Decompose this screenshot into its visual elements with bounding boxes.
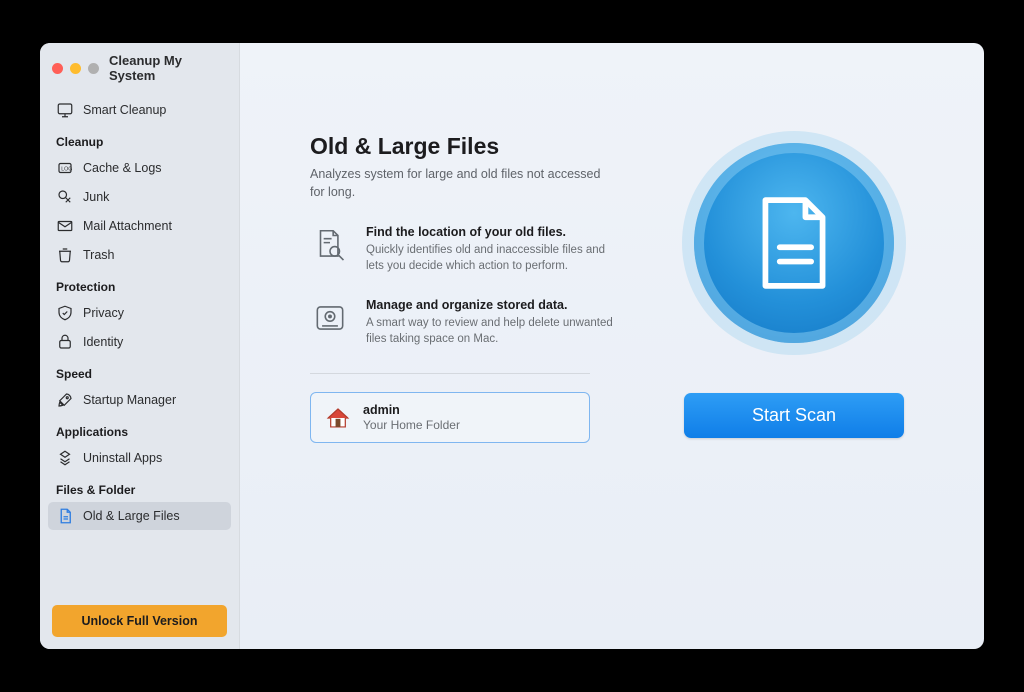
- monitor-icon: [56, 101, 74, 119]
- sidebar-item-label: Cache & Logs: [83, 161, 162, 175]
- log-icon: LOG: [56, 159, 74, 177]
- scan-illustration: [694, 143, 894, 343]
- sidebar-item-label: Junk: [83, 190, 109, 204]
- sidebar-item-label: Startup Manager: [83, 393, 176, 407]
- feature-locate: Find the location of your old files. Qui…: [310, 225, 670, 274]
- titlebar: Cleanup My System: [40, 43, 239, 93]
- sidebar-item-label: Mail Attachment: [83, 219, 172, 233]
- start-scan-button[interactable]: Start Scan: [684, 393, 904, 438]
- app-icon: [56, 449, 74, 467]
- content-column: Old & Large Files Analyzes system for la…: [310, 133, 670, 609]
- sidebar-item-uninstall-apps[interactable]: Uninstall Apps: [48, 444, 231, 472]
- sidebar-section-protection: Protection: [48, 270, 231, 298]
- sidebar-item-label: Smart Cleanup: [83, 103, 166, 117]
- sidebar-item-trash[interactable]: Trash: [48, 241, 231, 269]
- minimize-window-button[interactable]: [70, 63, 81, 74]
- page-subtitle: Analyzes system for large and old files …: [310, 166, 610, 201]
- svg-text:LOG: LOG: [61, 166, 72, 172]
- sidebar-item-junk[interactable]: Junk: [48, 183, 231, 211]
- app-title: Cleanup My System: [109, 53, 227, 83]
- sidebar-item-mail-attachment[interactable]: Mail Attachment: [48, 212, 231, 240]
- file-search-icon: [310, 225, 350, 265]
- feature-title: Find the location of your old files.: [366, 225, 670, 239]
- close-window-button[interactable]: [52, 63, 63, 74]
- sidebar-item-privacy[interactable]: Privacy: [48, 299, 231, 327]
- feature-title: Manage and organize stored data.: [366, 298, 670, 312]
- home-icon: [325, 405, 351, 431]
- feature-desc: A smart way to review and help delete un…: [366, 315, 616, 347]
- sidebar-item-identity[interactable]: Identity: [48, 328, 231, 356]
- mail-icon: [56, 217, 74, 235]
- home-folder-selector[interactable]: admin Your Home Folder: [310, 392, 590, 443]
- junk-icon: [56, 188, 74, 206]
- disk-icon: [310, 298, 350, 338]
- page-title: Old & Large Files: [310, 133, 670, 160]
- sidebar-item-label: Identity: [83, 335, 123, 349]
- home-folder-label: Your Home Folder: [363, 418, 460, 432]
- sidebar-scroll: Smart Cleanup Cleanup LOG Cache & Logs J…: [40, 93, 239, 599]
- divider: [310, 373, 590, 374]
- sidebar-item-old-large-files[interactable]: Old & Large Files: [48, 502, 231, 530]
- sidebar-section-files-folder: Files & Folder: [48, 473, 231, 501]
- unlock-full-version-button[interactable]: Unlock Full Version: [52, 605, 227, 637]
- sidebar-section-applications: Applications: [48, 415, 231, 443]
- app-window: Cleanup My System Smart Cleanup Cleanup …: [40, 43, 984, 649]
- sidebar-item-label: Old & Large Files: [83, 509, 180, 523]
- rocket-icon: [56, 391, 74, 409]
- sidebar-item-startup-manager[interactable]: Startup Manager: [48, 386, 231, 414]
- sidebar: Cleanup My System Smart Cleanup Cleanup …: [40, 43, 240, 649]
- main-content: Old & Large Files Analyzes system for la…: [240, 43, 984, 649]
- file-icon: [56, 507, 74, 525]
- sidebar-section-cleanup: Cleanup: [48, 125, 231, 153]
- sidebar-item-label: Trash: [83, 248, 115, 262]
- home-folder-user: admin: [363, 403, 460, 417]
- feature-desc: Quickly identifies old and inaccessible …: [366, 242, 616, 274]
- window-controls: [52, 63, 99, 74]
- sidebar-item-label: Uninstall Apps: [83, 451, 162, 465]
- scan-panel: Start Scan: [664, 143, 924, 438]
- sidebar-item-label: Privacy: [83, 306, 124, 320]
- sidebar-item-cache-logs[interactable]: LOG Cache & Logs: [48, 154, 231, 182]
- trash-icon: [56, 246, 74, 264]
- lock-icon: [56, 333, 74, 351]
- sidebar-item-smart-cleanup[interactable]: Smart Cleanup: [48, 96, 231, 124]
- zoom-window-button[interactable]: [88, 63, 99, 74]
- sidebar-section-speed: Speed: [48, 357, 231, 385]
- shield-icon: [56, 304, 74, 322]
- feature-manage: Manage and organize stored data. A smart…: [310, 298, 670, 347]
